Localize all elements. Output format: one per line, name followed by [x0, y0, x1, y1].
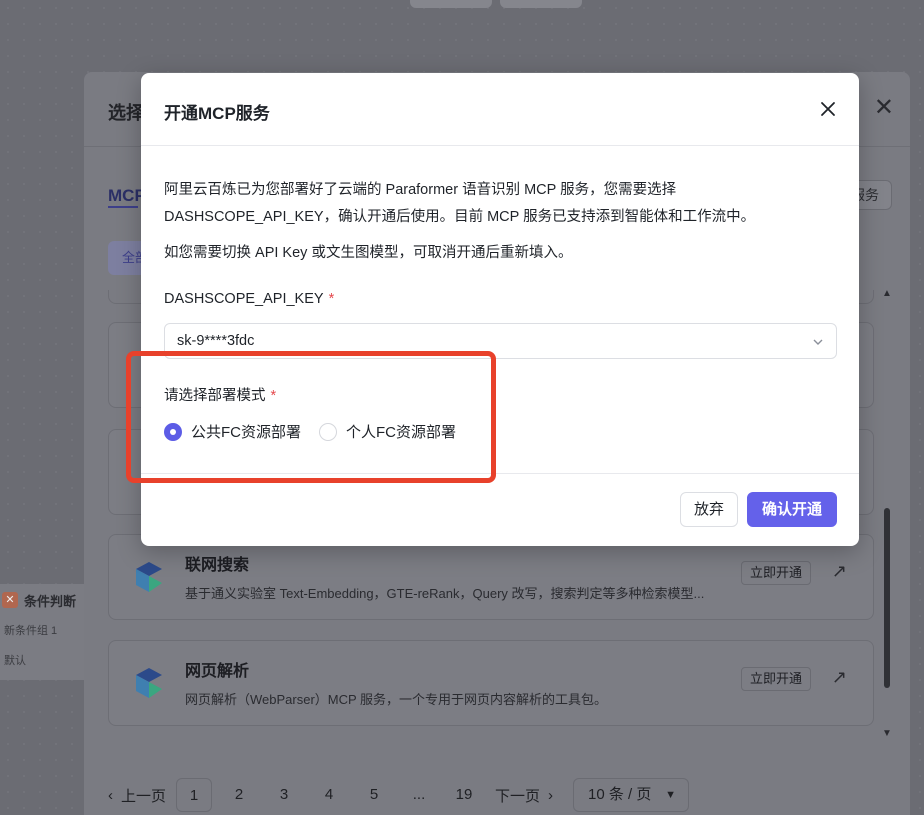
chevron-down-icon: ▼	[665, 789, 677, 801]
page-19[interactable]: 19	[446, 778, 482, 812]
top-toolbar	[410, 0, 582, 8]
condition-node-title: 条件判断	[24, 594, 77, 609]
chevron-right-icon: ›	[548, 786, 554, 804]
page-size-value: 10 条 / 页	[588, 786, 652, 803]
page-size-select[interactable]: 10 条 / 页 ▼	[573, 778, 690, 812]
card-description: 基于通义实验室 Text-Embedding，GTE-reRank，Query …	[185, 586, 705, 601]
chevron-down-icon	[813, 339, 823, 345]
condition-node-default: 默认	[4, 655, 26, 667]
dialog-description: 阿里云百炼已为您部署好了云端的 Paraformer 语音识别 MCP 服务，您…	[164, 182, 756, 225]
bailian-logo-icon	[136, 562, 162, 592]
tab-indicator	[108, 206, 138, 208]
next-page-button[interactable]: 下一页 ›	[495, 785, 553, 806]
required-mark: *	[328, 291, 335, 307]
condition-node-group: 新条件组 1	[4, 625, 58, 637]
page-4[interactable]: 4	[311, 778, 347, 812]
page-1[interactable]: 1	[176, 778, 213, 812]
external-link-icon[interactable]: ↗	[832, 667, 847, 688]
page-ellipsis[interactable]: ...	[401, 778, 437, 812]
card-title: 联网搜索	[185, 557, 250, 574]
top-toolbar-tab	[410, 0, 492, 8]
api-key-label: DASHSCOPE_API_KEY *	[164, 291, 334, 307]
dialog-title: 开通MCP服务	[164, 104, 270, 123]
prev-page-label: 上一页	[121, 787, 167, 805]
prev-page-button[interactable]: ‹ 上一页	[108, 785, 166, 806]
close-icon[interactable]: ✕	[874, 96, 894, 120]
mcp-card[interactable]: 联网搜索 基于通义实验室 Text-Embedding，GTE-reRank，Q…	[108, 534, 874, 620]
scrollbar-thumb[interactable]	[884, 508, 890, 688]
dialog-hint: 如您需要切换 API Key 或文生图模型，可取消开通后重新填入。	[164, 245, 573, 261]
card-title: 网页解析	[185, 663, 250, 680]
page-2[interactable]: 2	[221, 778, 257, 812]
top-toolbar-tab	[500, 0, 582, 8]
card-description: 网页解析（WebParser）MCP 服务，一个专用于网页内容解析的工具包。	[185, 692, 608, 707]
condition-node: ✕ 条件判断 新条件组 1 默认	[0, 584, 92, 680]
chevron-left-icon: ‹	[108, 786, 113, 804]
mcp-card[interactable]: 网页解析 网页解析（WebParser）MCP 服务，一个专用于网页内容解析的工…	[108, 640, 874, 726]
close-icon[interactable]	[817, 98, 839, 120]
open-now-button[interactable]: 立即开通	[741, 561, 811, 585]
bailian-logo-icon	[136, 668, 162, 698]
page-3[interactable]: 3	[266, 778, 302, 812]
scroll-up-icon[interactable]: ▲	[882, 288, 892, 299]
external-link-icon[interactable]: ↗	[832, 561, 847, 582]
page-5[interactable]: 5	[356, 778, 392, 812]
annotation-highlight-box	[126, 351, 496, 483]
api-key-label-text: DASHSCOPE_API_KEY	[164, 291, 324, 307]
scroll-down-icon[interactable]: ▼	[882, 728, 892, 739]
open-now-button[interactable]: 立即开通	[741, 667, 811, 691]
condition-node-icon: ✕	[2, 592, 18, 608]
header-divider	[141, 145, 859, 146]
confirm-enable-button[interactable]: 确认开通	[747, 492, 837, 527]
api-key-value: sk-9****3fdc	[177, 333, 255, 349]
cancel-button[interactable]: 放弃	[680, 492, 738, 527]
next-page-label: 下一页	[495, 787, 541, 805]
pagination: ‹ 上一页 1 2 3 4 5 ... 19 下一页 › 10 条 / 页 ▼	[108, 778, 690, 812]
modal-title: 选择	[108, 103, 144, 123]
